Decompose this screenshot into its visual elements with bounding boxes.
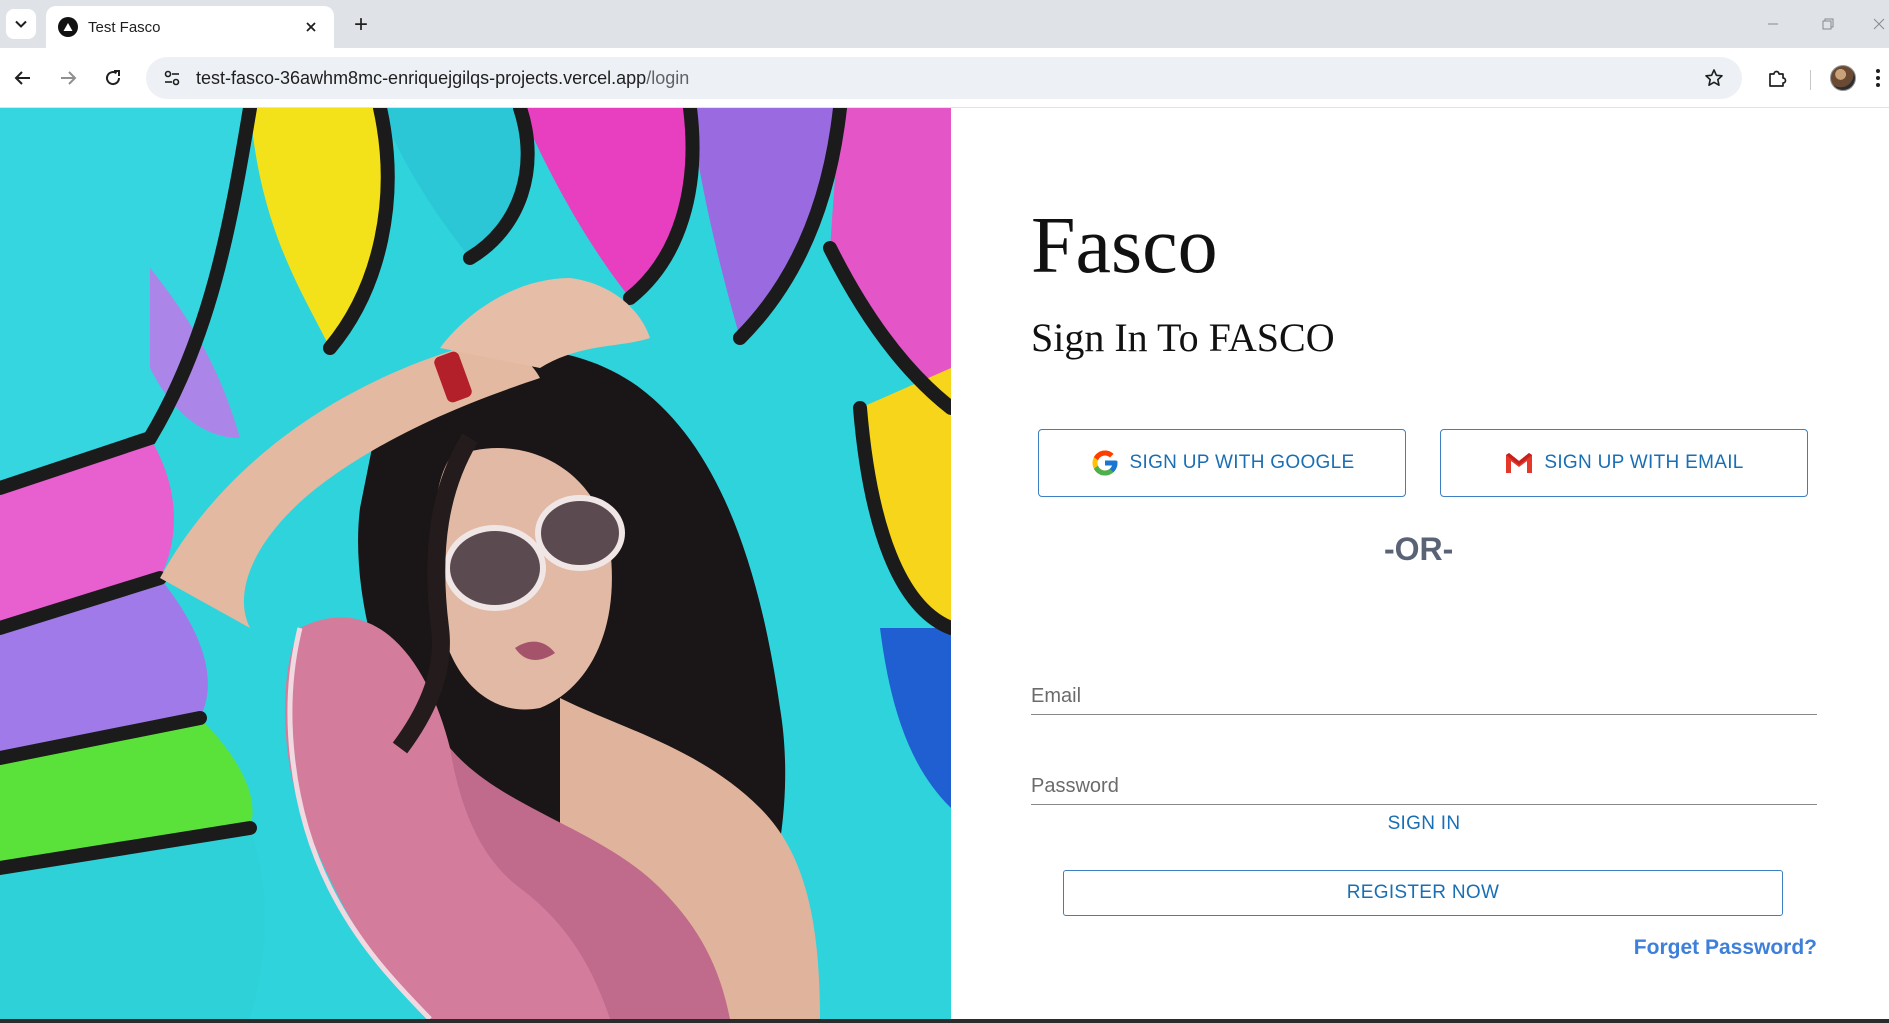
extensions-button[interactable]: [1761, 62, 1793, 94]
hero-image: [0, 108, 951, 1019]
address-bar[interactable]: test-fasco-36awhm8mc-enriquejgilqs-proje…: [146, 57, 1742, 99]
brand-logo-text: Fasco: [1031, 202, 1218, 290]
minimize-button[interactable]: [1758, 10, 1788, 38]
sign-up-google-label: SIGN UP WITH GOOGLE: [1129, 452, 1355, 473]
taskbar-edge: [0, 1019, 1889, 1023]
url-path: /login: [646, 67, 690, 88]
puzzle-icon: [1769, 70, 1787, 87]
arrow-right-icon: [61, 71, 77, 85]
sign-up-email-button[interactable]: SIGN UP WITH EMAIL: [1440, 429, 1808, 497]
browser-tab-strip: Test Fasco +: [0, 0, 1889, 48]
minimize-icon: [1768, 23, 1778, 25]
profile-button[interactable]: [1827, 62, 1859, 94]
page-title: Sign In To FASCO: [1031, 315, 1335, 360]
reload-button[interactable]: [97, 62, 129, 94]
login-panel: Fasco Sign In To FASCO SIGN UP WITH GOOG…: [951, 108, 1889, 1019]
forward-button[interactable]: [52, 62, 84, 94]
toolbar-separator: [1810, 70, 1811, 90]
back-button[interactable]: [7, 62, 39, 94]
email-input[interactable]: [1031, 685, 1817, 708]
bookmark-button[interactable]: [1702, 66, 1726, 90]
login-page: Fasco Sign In To FASCO SIGN UP WITH GOOG…: [0, 108, 1889, 1019]
sign-in-button[interactable]: SIGN IN: [1031, 813, 1817, 835]
browser-menu-button[interactable]: [1868, 62, 1888, 94]
or-divider-text: -OR-: [1384, 531, 1454, 567]
restore-icon: [1822, 18, 1834, 30]
password-field: [1031, 753, 1817, 805]
register-now-button[interactable]: REGISTER NOW: [1063, 870, 1783, 916]
password-input[interactable]: [1031, 775, 1817, 798]
browser-tab-active[interactable]: Test Fasco: [46, 6, 334, 48]
url-host: test-fasco-36awhm8mc-enriquejgilqs-proje…: [196, 67, 647, 88]
tab-search-button[interactable]: [6, 9, 36, 39]
google-icon: [1092, 450, 1118, 476]
close-window-button[interactable]: [1864, 10, 1889, 38]
restore-button[interactable]: [1813, 10, 1843, 38]
vercel-triangle-icon: [58, 17, 78, 37]
more-vert-icon: [1876, 69, 1880, 87]
close-icon[interactable]: [300, 16, 322, 38]
browser-toolbar: test-fasco-36awhm8mc-enriquejgilqs-proje…: [0, 48, 1889, 108]
close-window-icon: [1873, 18, 1885, 30]
gmail-icon: [1506, 453, 1533, 473]
plus-icon: +: [353, 11, 368, 38]
arrow-left-icon: [14, 71, 30, 85]
forget-password-link[interactable]: Forget Password?: [1634, 936, 1817, 960]
reload-icon: [106, 70, 121, 86]
star-icon: [1705, 69, 1723, 86]
sign-up-email-label: SIGN UP WITH EMAIL: [1544, 452, 1744, 473]
sign-up-google-button[interactable]: SIGN UP WITH GOOGLE: [1038, 429, 1406, 497]
url-text: test-fasco-36awhm8mc-enriquejgilqs-proje…: [196, 68, 689, 89]
chevron-down-icon: [15, 20, 27, 28]
tab-title: Test Fasco: [88, 18, 161, 36]
avatar-icon: [1830, 65, 1856, 91]
email-field: [1031, 663, 1817, 715]
new-tab-button[interactable]: +: [348, 12, 374, 38]
tune-icon[interactable]: [160, 66, 184, 90]
